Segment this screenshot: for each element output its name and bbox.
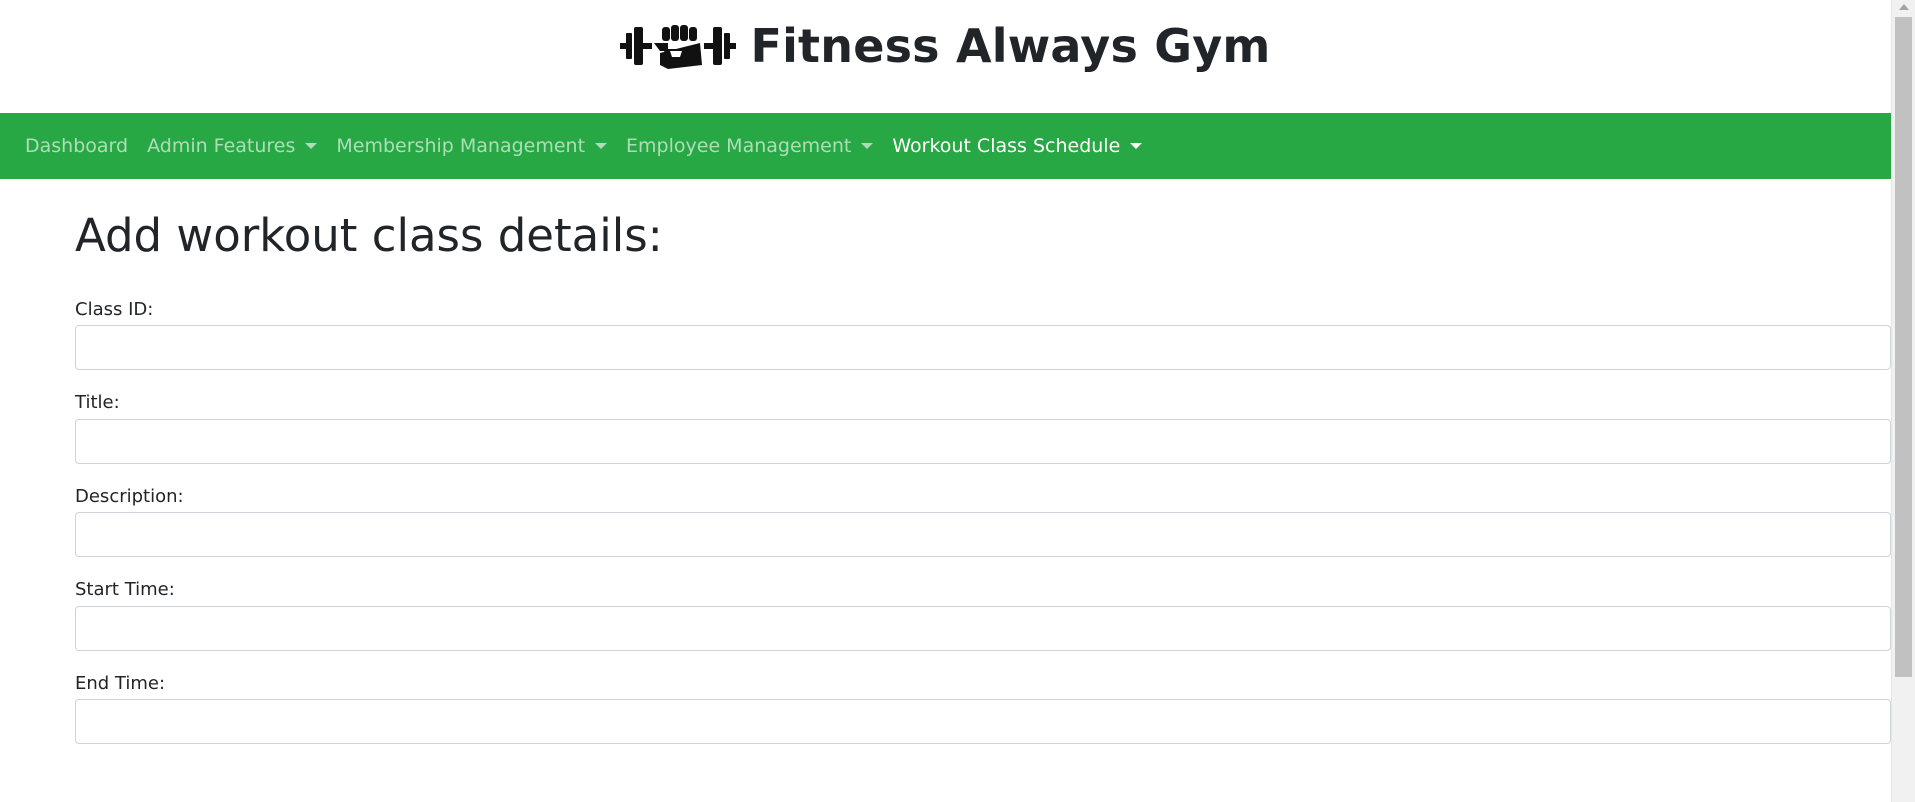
nav-dashboard-label: Dashboard — [25, 135, 129, 157]
caret-down-icon — [305, 143, 318, 149]
nav-workout-class-schedule-label: Workout Class Schedule — [892, 135, 1121, 157]
scrollbar-thumb[interactable] — [1895, 17, 1912, 677]
caret-down-icon — [861, 143, 874, 149]
content-area: Fitness Always Gym Dashboard Admin Featu… — [0, 0, 1891, 802]
vertical-scrollbar[interactable] — [1891, 0, 1915, 802]
class-id-label: Class ID: — [75, 298, 154, 320]
title-group: Title: — [75, 392, 1891, 464]
caret-down-icon — [595, 143, 608, 149]
title-input[interactable] — [75, 418, 1891, 464]
description-input[interactable] — [75, 512, 1891, 558]
dumbbell-fist-icon — [620, 24, 737, 69]
workout-class-form: Class ID: Title: Description: Start Time… — [75, 299, 1891, 745]
page: Fitness Always Gym Dashboard Admin Featu… — [0, 0, 1915, 802]
brand: Fitness Always Gym — [620, 19, 1270, 73]
nav-admin-features[interactable]: Admin Features — [147, 135, 318, 157]
start-time-label: Start Time: — [75, 579, 175, 601]
scroll-up-arrow-icon[interactable] — [1899, 4, 1909, 10]
main-content: Add workout class details: Class ID: Tit… — [0, 209, 1891, 745]
site-title: Fitness Always Gym — [750, 18, 1271, 73]
end-time-group: End Time: — [75, 673, 1891, 745]
page-heading: Add workout class details: — [75, 209, 663, 262]
nav-membership-management[interactable]: Membership Management — [336, 135, 608, 157]
class-id-group: Class ID: — [75, 299, 1891, 371]
start-time-group: Start Time: — [75, 579, 1891, 651]
nav-dashboard[interactable]: Dashboard — [25, 135, 128, 157]
end-time-label: End Time: — [75, 672, 166, 694]
start-time-input[interactable] — [75, 605, 1891, 651]
site-header: Fitness Always Gym — [0, 0, 1891, 113]
nav-workout-class-schedule[interactable]: Workout Class Schedule — [892, 135, 1143, 157]
caret-down-icon — [1130, 143, 1143, 149]
title-label: Title: — [75, 392, 120, 414]
nav-employee-management[interactable]: Employee Management — [626, 135, 874, 157]
nav-membership-management-label: Membership Management — [336, 135, 586, 157]
nav-employee-management-label: Employee Management — [626, 135, 852, 157]
end-time-input[interactable] — [75, 699, 1891, 745]
nav-admin-features-label: Admin Features — [147, 135, 296, 157]
main-navbar: Dashboard Admin Features Membership Mana… — [0, 113, 1891, 179]
class-id-input[interactable] — [75, 325, 1891, 371]
description-group: Description: — [75, 486, 1891, 558]
description-label: Description: — [75, 485, 184, 507]
